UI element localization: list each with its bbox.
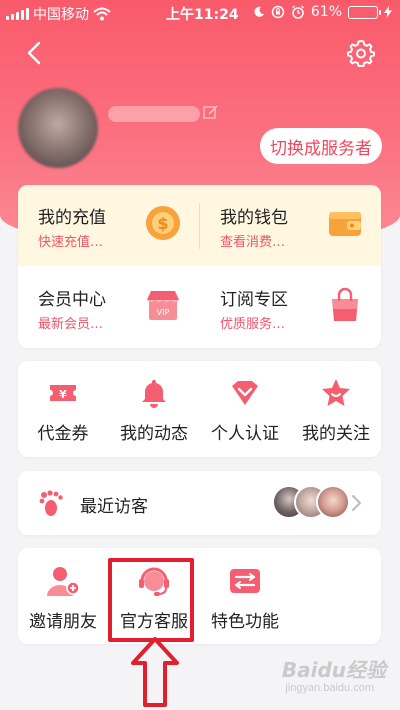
recent-visitors-row[interactable]: 最近访客 [18, 471, 381, 535]
edit-icon[interactable] [203, 104, 219, 120]
status-bar: 中国移动 上午11:24 61% [0, 0, 400, 26]
vip-shop-icon: VIP [147, 291, 179, 320]
wallet-row-bottom: 会员中心 最新会员… VIP 订阅专区 优质服务… [18, 267, 381, 348]
rotation-lock-icon [271, 5, 285, 19]
watermark: Baidu经验 [281, 658, 386, 682]
username-blurred [108, 106, 200, 122]
menu-item-voucher[interactable]: ¥ 代金券 [18, 373, 108, 453]
tool-item-label: 邀请朋友 [29, 612, 97, 632]
footprint-icon [39, 490, 63, 516]
back-icon[interactable] [20, 38, 50, 68]
highlight-box [108, 558, 194, 642]
menu-item-label: 代金券 [37, 424, 89, 444]
menu-item-label: 我的动态 [120, 424, 188, 444]
wallet-item-subtitle: 最新会员… [38, 317, 104, 332]
menu-item-label: 我的关注 [302, 424, 370, 444]
battery-percent: 61% [310, 4, 342, 20]
sliders-icon [230, 569, 260, 593]
signal-icon [6, 8, 29, 20]
features-menu-card: ¥ 代金券 我的动态 个人认证 我的关注 [18, 361, 381, 457]
tool-item-invite-friends[interactable]: 邀请朋友 [18, 558, 108, 640]
wallet-item-subtitle: 优质服务… [220, 317, 286, 332]
avatar [316, 485, 350, 519]
ticket-icon: ¥ [50, 385, 76, 401]
menu-item-activity[interactable]: 我的动态 [109, 373, 199, 453]
wallet-icon [329, 212, 361, 236]
status-left: 中国移动 [6, 4, 111, 24]
svg-text:VIP: VIP [157, 308, 170, 317]
recent-visitors-label: 最近访客 [80, 497, 148, 517]
wallet-item-title: 会员中心 [38, 290, 106, 310]
menu-item-verification[interactable]: 个人认证 [200, 373, 290, 453]
status-time: 上午11:24 [166, 7, 239, 23]
bell-icon [142, 380, 166, 408]
svg-text:$: $ [157, 214, 168, 233]
wallet-item-wallet[interactable]: 我的钱包 查看消费… [200, 185, 381, 266]
tools-card: 邀请朋友 官方客服 特色功能 [18, 548, 381, 644]
add-friend-icon [47, 567, 80, 596]
svg-text:¥: ¥ [59, 388, 67, 401]
wifi-icon [93, 7, 111, 21]
wallet-item-recharge[interactable]: 我的充值 快速充值… $ [18, 185, 199, 266]
menu-item-label: 个人认证 [211, 424, 279, 444]
switch-to-provider-button[interactable]: 切换成服务者 [260, 128, 382, 164]
wallet-item-subtitle: 快速充值… [38, 235, 104, 250]
tool-item-label: 特色功能 [211, 612, 279, 632]
coin-icon: $ [146, 206, 180, 240]
up-arrow-icon [131, 637, 179, 707]
charging-icon [384, 6, 392, 18]
heart-badge-icon [232, 381, 258, 405]
star-icon [322, 379, 350, 406]
wallet-item-title: 订阅专区 [220, 290, 288, 310]
avatar[interactable] [18, 88, 98, 168]
wallet-item-title: 我的钱包 [220, 208, 288, 228]
battery-icon [348, 5, 381, 19]
menu-item-following[interactable]: 我的关注 [291, 373, 381, 453]
shopping-bag-icon [332, 287, 358, 321]
moon-icon [254, 6, 264, 17]
alarm-icon [291, 5, 304, 19]
wallet-card: 我的充值 快速充值… $ 我的钱包 查看消费… 会员中心 最新会员… VIP 订… [18, 185, 381, 348]
wallet-item-title: 我的充值 [38, 208, 106, 228]
wallet-item-subscription[interactable]: 订阅专区 优质服务… [200, 267, 381, 348]
watermark-url: jingyan.baidu.com [285, 682, 374, 694]
chevron-right-icon [352, 495, 361, 511]
status-right: 61% [253, 4, 392, 20]
wallet-row-top: 我的充值 快速充值… $ 我的钱包 查看消费… [18, 185, 381, 266]
wallet-item-subtitle: 查看消费… [220, 235, 286, 250]
tool-item-special-features[interactable]: 特色功能 [200, 558, 290, 640]
gear-icon[interactable] [346, 38, 376, 68]
carrier-label: 中国移动 [33, 7, 89, 23]
wallet-item-membership[interactable]: 会员中心 最新会员… VIP [18, 267, 199, 348]
